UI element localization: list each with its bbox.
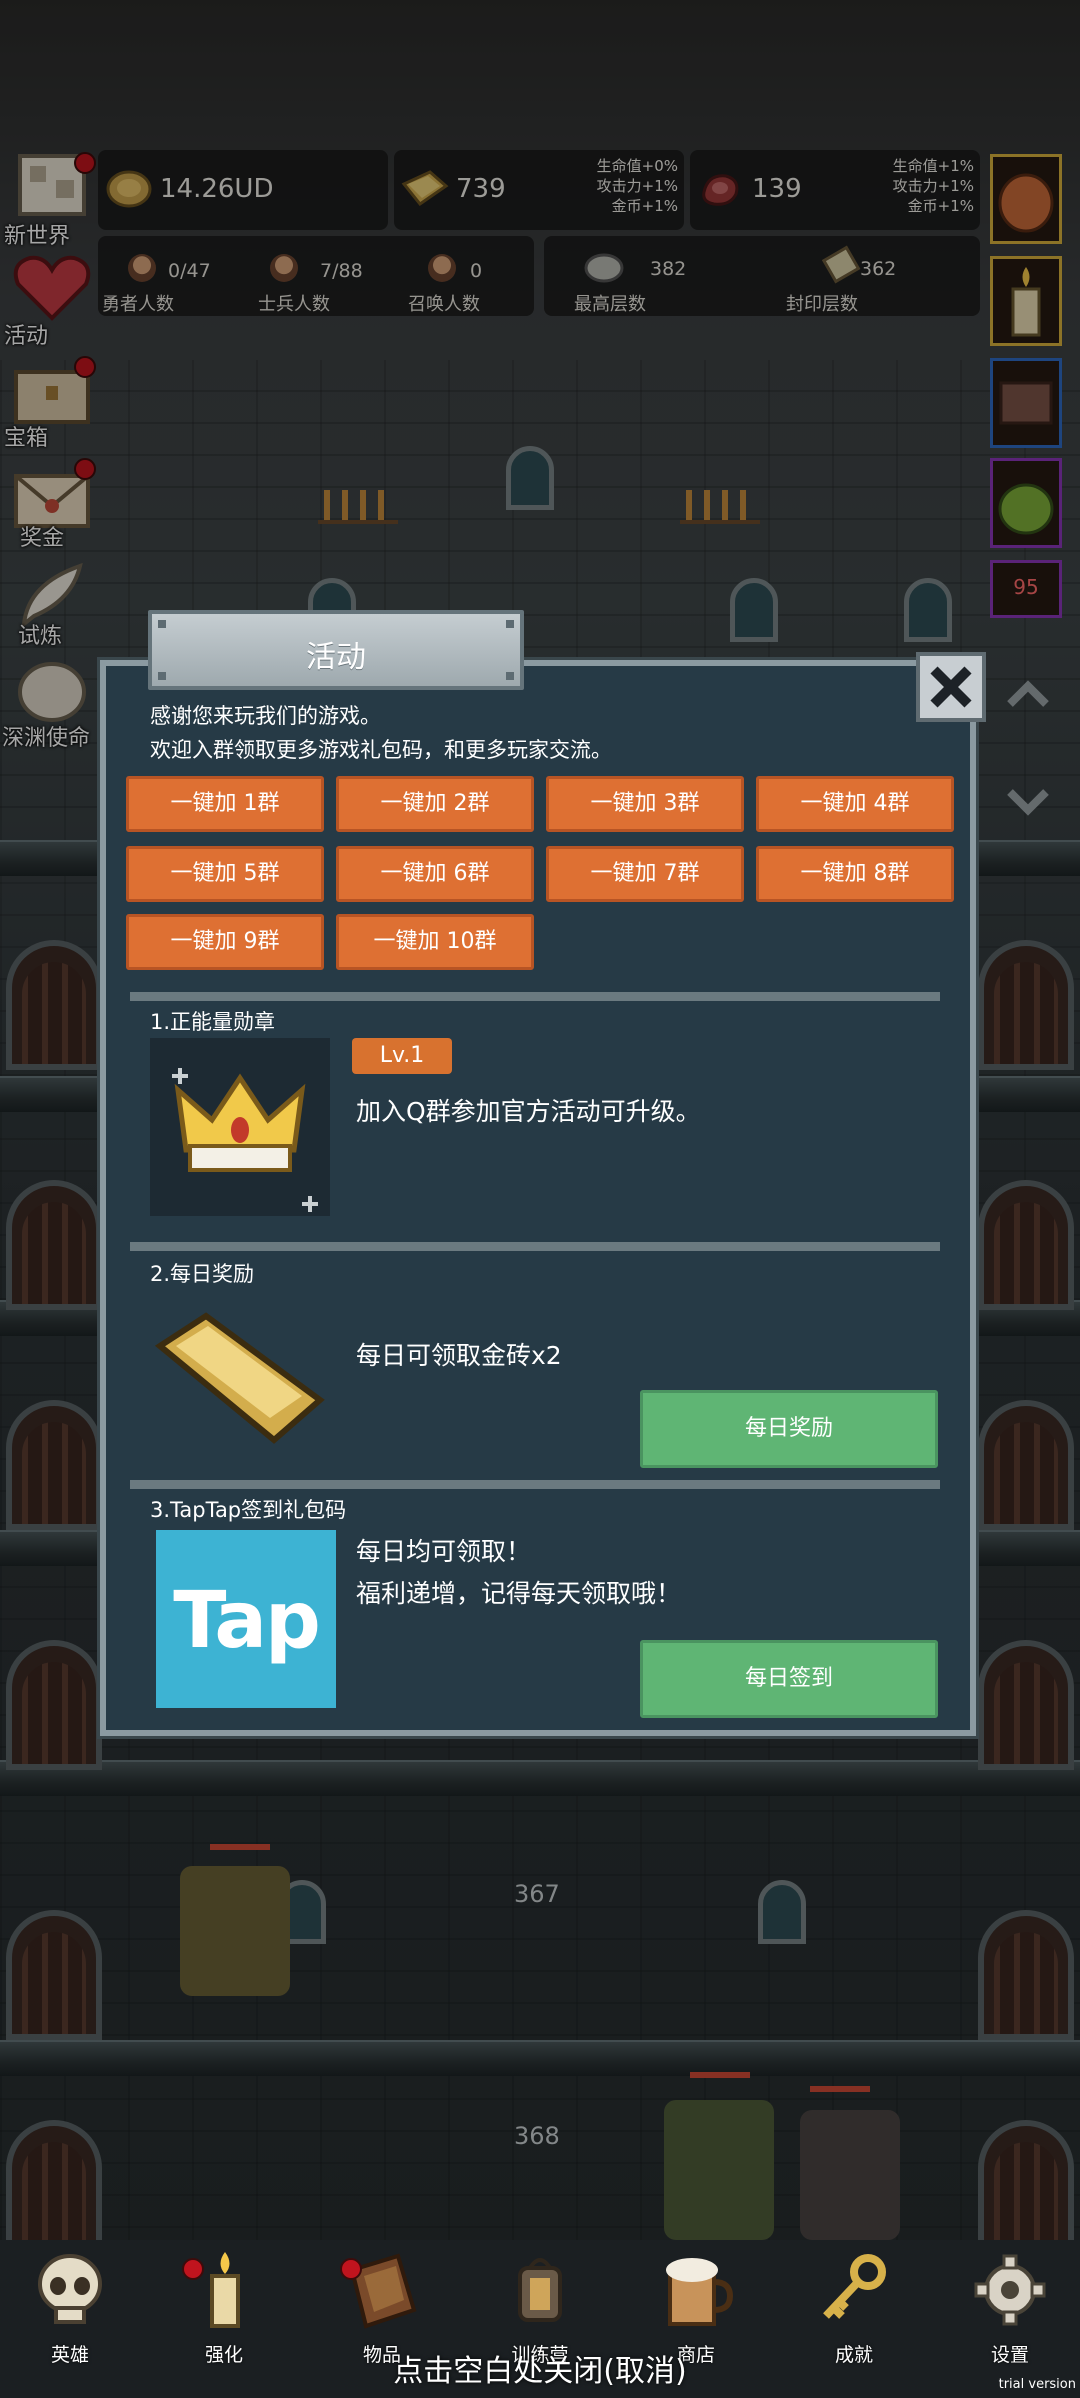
medal-icon-box xyxy=(150,1038,330,1216)
join-group-8-button[interactable]: 一键加 8群 xyxy=(756,846,954,902)
lantern-icon xyxy=(518,2258,562,2322)
taptap-logo-text: Tap xyxy=(173,1576,321,1666)
medal-level-badge: Lv.1 xyxy=(352,1038,452,1074)
beer-mug-icon xyxy=(666,2258,734,2326)
intro-line-2: 欢迎入群领取更多游戏礼包码，和更多玩家交流。 xyxy=(150,738,612,762)
gear-icon xyxy=(974,2254,1046,2326)
trial-version-watermark: trial version xyxy=(998,2377,1076,2392)
modal-title-plate: 活动 xyxy=(148,610,524,690)
close-icon xyxy=(930,666,972,708)
taptap-logo: Tap xyxy=(156,1530,336,1708)
daily-reward-button[interactable]: 每日奖励 xyxy=(640,1390,938,1468)
rivet xyxy=(506,620,514,628)
notification-dot xyxy=(340,2258,362,2280)
daily-reward-description: 每日可领取金砖x2 xyxy=(356,1341,562,1370)
daily-checkin-button[interactable]: 每日签到 xyxy=(640,1640,938,1718)
join-group-1-button[interactable]: 一键加 1群 xyxy=(126,776,324,832)
join-group-2-button[interactable]: 一键加 2群 xyxy=(336,776,534,832)
tap-outside-to-close-hint: 点击空白处关闭(取消) xyxy=(393,2354,687,2389)
intro-line-1: 感谢您来玩我们的游戏。 xyxy=(150,704,381,728)
join-group-5-button[interactable]: 一键加 5群 xyxy=(126,846,324,902)
join-group-9-button[interactable]: 一键加 9群 xyxy=(126,914,324,970)
close-button[interactable] xyxy=(916,652,986,722)
gold-brick-icon xyxy=(154,1312,325,1444)
join-group-3-button[interactable]: 一键加 3群 xyxy=(546,776,744,832)
section-title-daily-reward: 2.每日奖励 xyxy=(150,1262,255,1286)
join-group-10-button[interactable]: 一键加 10群 xyxy=(336,914,534,970)
join-group-6-button[interactable]: 一键加 6群 xyxy=(336,846,534,902)
crown-icon xyxy=(172,1068,318,1212)
join-group-4-button[interactable]: 一键加 4群 xyxy=(756,776,954,832)
rivet xyxy=(158,620,166,628)
key-icon xyxy=(823,2254,886,2319)
taptap-desc-line-1: 每日均可领取！ xyxy=(356,1537,532,1566)
section-divider xyxy=(130,1242,940,1251)
skull-icon xyxy=(38,2254,102,2324)
notification-dot xyxy=(182,2258,204,2280)
modal-title: 活动 xyxy=(306,640,366,675)
section-divider xyxy=(130,1480,940,1489)
section-title-medal: 1.正能量勋章 xyxy=(150,1010,276,1034)
taptap-desc-line-2: 福利递增，记得每天领取哦！ xyxy=(356,1579,682,1608)
medal-description: 加入Q群参加官方活动可升级。 xyxy=(356,1097,701,1126)
section-divider xyxy=(130,992,940,1001)
section-title-taptap: 3.TapTap签到礼包码 xyxy=(150,1498,347,1522)
join-group-7-button[interactable]: 一键加 7群 xyxy=(546,846,744,902)
